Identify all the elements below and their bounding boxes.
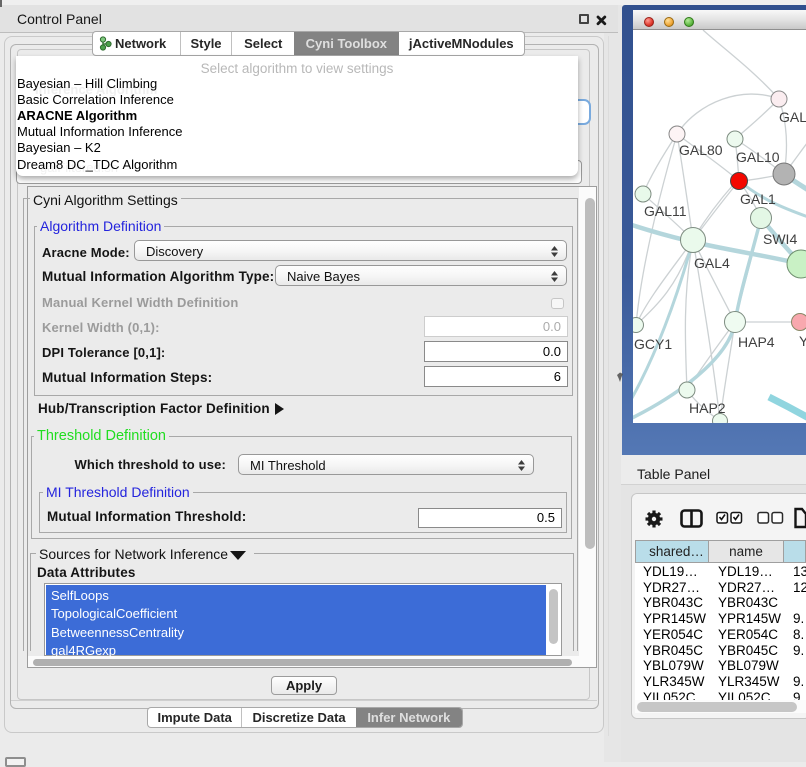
- svg-text:HAP2: HAP2: [689, 400, 726, 416]
- svg-text:GAL7: GAL7: [779, 109, 806, 125]
- svg-text:GAL80: GAL80: [679, 142, 723, 158]
- svg-text:GAL10: GAL10: [736, 149, 780, 165]
- svg-text:HAP4: HAP4: [738, 334, 775, 350]
- svg-text:Y: Y: [799, 333, 806, 349]
- svg-text:GCY1: GCY1: [634, 336, 672, 352]
- svg-text:GAL1: GAL1: [740, 191, 776, 207]
- svg-text:GAL4: GAL4: [694, 255, 730, 271]
- svg-text:GAL11: GAL11: [644, 203, 687, 219]
- svg-text:SWI4: SWI4: [763, 231, 797, 247]
